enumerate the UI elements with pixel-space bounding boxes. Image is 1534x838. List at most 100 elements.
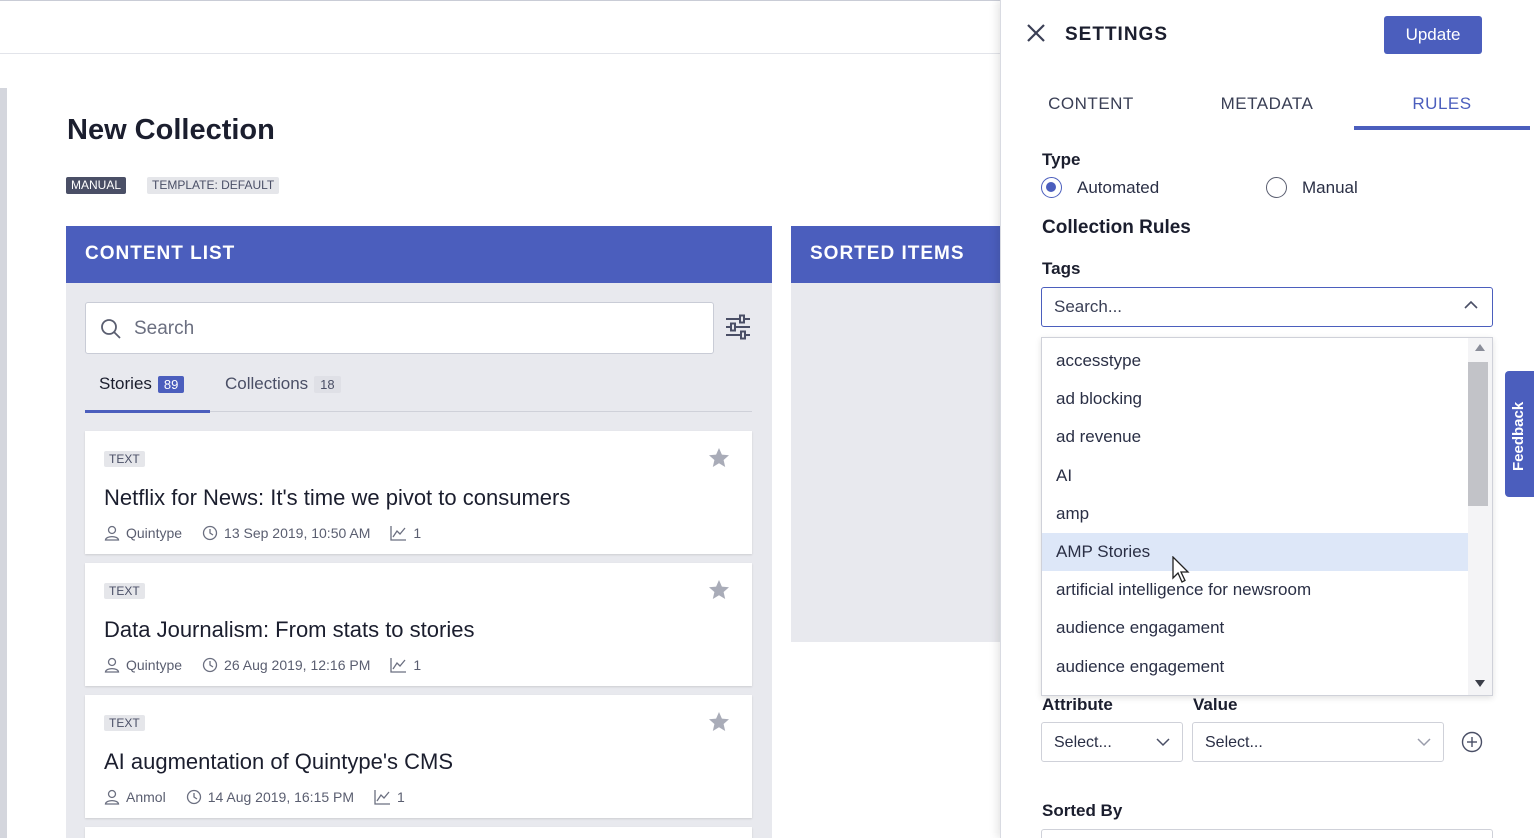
attribute-label: Attribute <box>1042 695 1113 714</box>
star-icon[interactable] <box>708 447 730 469</box>
user-icon <box>104 789 120 805</box>
tab-collections-label: Collections <box>225 374 309 393</box>
filter-sliders-icon[interactable] <box>724 314 752 340</box>
active-tab-underline <box>85 410 210 413</box>
tag-option[interactable]: audience engagement <box>1042 648 1468 686</box>
story-card[interactable]: TEXT Netflix for News: It's time we pivo… <box>85 431 752 554</box>
tab-stories-label: Stories <box>99 374 152 393</box>
active-tab-underline <box>1354 126 1530 130</box>
collection-rules-heading: Collection Rules <box>1042 217 1191 238</box>
feedback-label: Feedback <box>1510 401 1527 471</box>
value-select[interactable]: Select... <box>1192 722 1444 762</box>
story-meta: Quintype 26 Aug 2019, 12:16 PM 1 <box>104 657 441 673</box>
tag-option[interactable]: AI <box>1042 457 1468 495</box>
update-button[interactable]: Update <box>1384 16 1482 54</box>
story-type-tag: TEXT <box>104 583 145 599</box>
tags-search-input[interactable] <box>1054 296 1434 318</box>
dropdown-scrollbar[interactable] <box>1468 338 1492 695</box>
value-label: Value <box>1193 695 1238 714</box>
story-card[interactable]: TEXT AI augmentation of Quintype's CMS A… <box>85 695 752 818</box>
content-list-panel: CONTENT LIST Stories 89 Collections 18 TEX… <box>66 226 772 838</box>
mouse-pointer-icon <box>1172 556 1190 583</box>
settings-drawer: SETTINGS Update CONTENT METADATA RULES T… <box>1000 0 1534 838</box>
attribute-select-value: Select... <box>1054 734 1112 751</box>
sorted-by-label: Sorted By <box>1042 801 1123 820</box>
tags-dropdown: accesstype ad blocking ad revenue AI amp… <box>1041 337 1493 696</box>
story-type-tag: TEXT <box>104 715 145 731</box>
close-icon[interactable] <box>1025 22 1047 44</box>
tag-option-hovered[interactable]: AMP Stories <box>1042 533 1468 571</box>
scroll-down-arrow-icon[interactable] <box>1475 680 1485 687</box>
chevron-up-icon[interactable] <box>1464 300 1478 310</box>
tags-search-box[interactable] <box>1041 287 1493 327</box>
chevron-down-icon <box>1417 738 1431 747</box>
story-title: AI augmentation of Quintype's CMS <box>104 749 454 774</box>
star-icon[interactable] <box>708 711 730 733</box>
tab-metadata[interactable]: METADATA <box>1179 94 1355 114</box>
tag-option[interactable]: ad blocking <box>1042 380 1468 418</box>
tag-option[interactable]: accesstype <box>1042 342 1468 380</box>
chart-line-icon <box>390 526 407 541</box>
settings-tabs: CONTENT METADATA RULES <box>1001 82 1534 130</box>
story-author: Quintype <box>126 657 183 673</box>
sorted-by-select[interactable] <box>1041 829 1493 838</box>
tab-rules[interactable]: RULES <box>1354 94 1530 114</box>
sorted-items-panel: SORTED ITEMS <box>791 226 1003 642</box>
tag-option[interactable]: artificial intelligence for newsroom <box>1042 571 1468 609</box>
tag-option[interactable]: audience engagament <box>1042 609 1468 647</box>
story-meta: Anmol 14 Aug 2019, 16:15 PM 1 <box>104 789 425 805</box>
add-rule-plus-icon[interactable] <box>1461 731 1483 753</box>
story-title: Netflix for News: It's time we pivot to … <box>104 485 571 510</box>
tag-option[interactable]: amp <box>1042 495 1468 533</box>
sorted-items-header: SORTED ITEMS <box>791 226 1003 283</box>
left-edge-strip <box>0 88 7 838</box>
tab-collections[interactable]: Collections 18 <box>225 374 341 394</box>
chart-line-icon <box>390 658 407 673</box>
settings-title: SETTINGS <box>1065 24 1169 45</box>
chevron-down-icon <box>1156 738 1170 747</box>
tab-stories[interactable]: Stories 89 <box>99 374 185 394</box>
story-views: 1 <box>413 525 422 541</box>
clock-icon <box>202 525 218 541</box>
story-date: 13 Sep 2019, 10:50 AM <box>224 525 371 541</box>
content-type-tabs: Stories 89 Collections 18 <box>85 362 752 413</box>
story-card[interactable] <box>85 827 752 838</box>
radio-automated[interactable]: Automated <box>1041 177 1159 198</box>
tag-option[interactable]: ad revenue <box>1042 418 1468 456</box>
tab-content[interactable]: CONTENT <box>1003 94 1179 114</box>
story-card[interactable]: TEXT Data Journalism: From stats to stor… <box>85 563 752 686</box>
story-author: Anmol <box>126 789 166 805</box>
search-icon <box>101 319 121 339</box>
story-meta: Quintype 13 Sep 2019, 10:50 AM 1 <box>104 525 441 541</box>
scroll-up-arrow-icon[interactable] <box>1475 344 1485 351</box>
tab-collections-count: 18 <box>314 376 341 393</box>
story-author: Quintype <box>126 525 183 541</box>
template-badge: TEMPLATE: DEFAULT <box>147 177 280 194</box>
story-title: Data Journalism: From stats to stories <box>104 617 475 642</box>
feedback-tab[interactable]: Feedback <box>1505 371 1534 497</box>
page-title: New Collection <box>67 114 275 146</box>
value-select-value: Select... <box>1205 734 1263 751</box>
story-type-tag: TEXT <box>104 451 145 467</box>
manual-badge: MANUAL <box>66 177 127 194</box>
scrollbar-thumb[interactable] <box>1468 362 1488 506</box>
top-bar <box>0 0 1000 54</box>
tags-label: Tags <box>1042 259 1081 278</box>
content-list-header: CONTENT LIST <box>66 226 772 283</box>
type-label: Type <box>1042 150 1081 169</box>
story-date: 14 Aug 2019, 16:15 PM <box>207 789 355 805</box>
content-search-input[interactable] <box>134 315 694 343</box>
radio-automated-circle[interactable] <box>1041 177 1062 198</box>
clock-icon <box>202 657 218 673</box>
story-views: 1 <box>413 657 422 673</box>
radio-manual[interactable]: Manual <box>1266 177 1358 198</box>
user-icon <box>104 657 120 673</box>
tab-stories-count: 89 <box>157 376 185 393</box>
attribute-select[interactable]: Select... <box>1041 722 1183 762</box>
radio-manual-circle[interactable] <box>1266 177 1287 198</box>
star-icon[interactable] <box>708 579 730 601</box>
content-search-box[interactable] <box>85 302 714 354</box>
user-icon <box>104 525 120 541</box>
clock-icon <box>186 789 201 805</box>
story-date: 26 Aug 2019, 12:16 PM <box>224 657 371 673</box>
